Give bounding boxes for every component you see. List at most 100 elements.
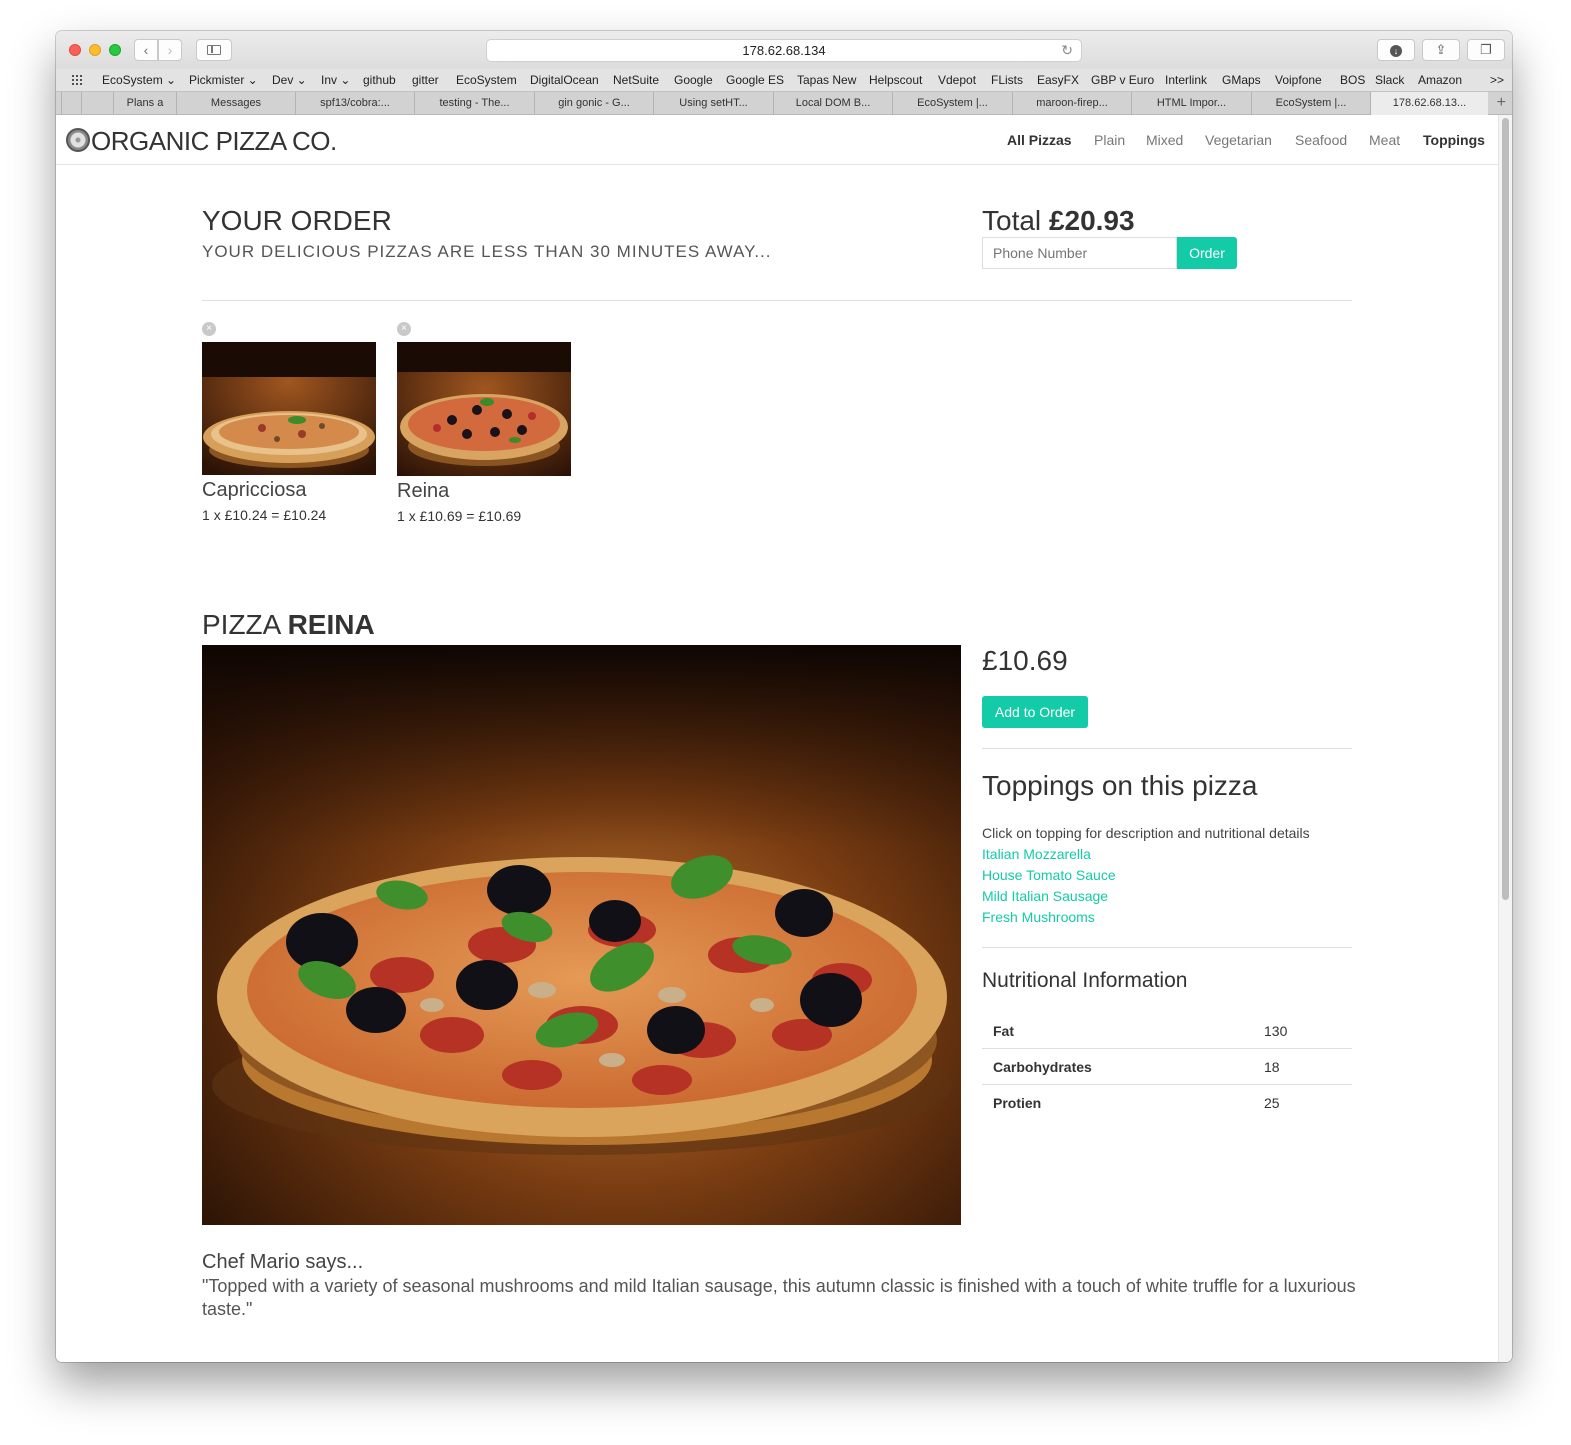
tab-active[interactable]: 178.62.68.13...	[1370, 92, 1488, 115]
bookmark-item[interactable]: Inv ⌄	[321, 73, 350, 87]
brand-name[interactable]: ORGANIC PIZZA CO.	[91, 126, 337, 157]
remove-item-icon[interactable]: ×	[202, 322, 216, 336]
topping-link[interactable]: Fresh Mushrooms	[982, 909, 1095, 925]
pizza-thumbnail-capricciosa[interactable]	[202, 342, 376, 475]
nav-link-toppings[interactable]: Toppings	[1423, 132, 1485, 148]
order-total: Total £20.93	[982, 205, 1135, 237]
divider	[982, 947, 1352, 948]
toppings-title: Toppings on this pizza	[982, 770, 1258, 801]
bookmark-item[interactable]: FLists	[991, 73, 1023, 87]
nav-link-vegetarian[interactable]: Vegetarian	[1205, 132, 1272, 148]
bookmark-item[interactable]: EasyFX	[1037, 73, 1079, 87]
nutrition-value: 130	[1264, 1023, 1288, 1039]
nutrition-label: Carbohydrates	[993, 1059, 1092, 1075]
remove-item-icon[interactable]: ×	[397, 322, 411, 336]
tab[interactable]: Plans a	[113, 92, 176, 115]
tab[interactable]: gin gonic - G...	[534, 92, 653, 115]
add-to-order-button[interactable]: Add to Order	[982, 696, 1088, 728]
close-window-button[interactable]	[69, 44, 81, 56]
site-navbar: ORGANIC PIZZA CO. All Pizzas Plain Mixed…	[56, 115, 1498, 165]
order-item-name: Reina	[397, 480, 450, 502]
nav-link-meat[interactable]: Meat	[1369, 132, 1400, 148]
scrollbar-thumb[interactable]	[1502, 118, 1509, 900]
pizza-image	[202, 342, 376, 475]
sidebar-toggle-button[interactable]	[196, 39, 232, 61]
tab-pinned[interactable]	[81, 92, 113, 115]
apps-grid-icon[interactable]	[71, 74, 84, 85]
share-icon: ⇪	[1435, 42, 1447, 57]
item-equals: =	[271, 507, 280, 523]
order-title: YOUR ORDER	[202, 205, 392, 236]
item-equals: =	[466, 508, 475, 524]
chevron-left-icon: ‹	[143, 42, 149, 58]
order-item-line: 1 x £10.69 = £10.69	[397, 508, 521, 524]
forward-button[interactable]: ›	[158, 39, 182, 61]
toppings-hint: Click on topping for description and nut…	[982, 825, 1310, 841]
tab[interactable]: Messages	[176, 92, 295, 115]
bookmark-item[interactable]: BOS	[1340, 73, 1365, 87]
tab[interactable]: HTML Impor...	[1131, 92, 1251, 115]
bookmark-item[interactable]: Helpscout	[869, 73, 922, 87]
bookmark-item[interactable]: Interlink	[1165, 73, 1207, 87]
bookmark-item[interactable]: Slack	[1375, 73, 1404, 87]
minimize-window-button[interactable]	[89, 44, 101, 56]
tab[interactable]: maroon-firep...	[1012, 92, 1131, 115]
item-qty: 1	[397, 508, 405, 524]
bookmark-item[interactable]: Vdepot	[938, 73, 976, 87]
bookmark-item[interactable]: Voipfone	[1275, 73, 1322, 87]
nutrition-label: Protien	[993, 1095, 1042, 1111]
bookmark-item[interactable]: Amazon	[1418, 73, 1462, 87]
item-price: £10.69	[419, 508, 463, 524]
bookmarks-bar: EcoSystem ⌄ Pickmister ⌄ Dev ⌄ Inv ⌄ git…	[56, 69, 1512, 91]
tabs-icon: ❐	[1480, 42, 1492, 57]
topping-link[interactable]: House Tomato Sauce	[982, 867, 1116, 883]
order-button[interactable]: Order	[1177, 237, 1237, 269]
nav-link-all-pizzas[interactable]: All Pizzas	[1007, 132, 1072, 148]
tab[interactable]: spf13/cobra:...	[295, 92, 414, 115]
zoom-window-button[interactable]	[109, 44, 121, 56]
tab[interactable]: Local DOM B...	[773, 92, 892, 115]
chef-quote: "Topped with a variety of seasonal mushr…	[202, 1276, 1356, 1319]
back-button[interactable]: ‹	[134, 39, 158, 61]
divider	[202, 300, 1352, 301]
item-line-total: £10.69	[478, 508, 522, 524]
bookmark-item[interactable]: DigitalOcean	[530, 73, 599, 87]
reload-icon[interactable]: ↻	[1061, 40, 1073, 61]
bookmark-item[interactable]: Pickmister ⌄	[189, 73, 258, 87]
logo-icon[interactable]	[66, 128, 90, 152]
nutrition-label: Fat	[993, 1023, 1014, 1039]
topping-link[interactable]: Italian Mozzarella	[982, 846, 1091, 862]
bookmark-item[interactable]: EcoSystem ⌄	[102, 73, 176, 87]
bookmark-item[interactable]: NetSuite	[613, 73, 659, 87]
bookmarks-overflow-button[interactable]: >>	[1490, 73, 1504, 87]
browser-window: ‹ › 178.62.68.134 ↻ ↓ ⇪ ❐ EcoSystem ⌄ Pi…	[56, 31, 1512, 1362]
bookmark-item[interactable]: GBP v Euro	[1091, 73, 1154, 87]
share-button[interactable]: ⇪	[1422, 39, 1460, 61]
nav-link-seafood[interactable]: Seafood	[1295, 132, 1347, 148]
pizza-thumbnail-reina[interactable]	[397, 342, 571, 476]
bookmark-item[interactable]: Tapas New	[797, 73, 856, 87]
downloads-button[interactable]: ↓	[1377, 39, 1415, 61]
nav-link-plain[interactable]: Plain	[1094, 132, 1125, 148]
tab[interactable]: EcoSystem |...	[1251, 92, 1370, 115]
topping-link[interactable]: Mild Italian Sausage	[982, 888, 1108, 904]
bookmark-item[interactable]: Dev ⌄	[272, 73, 307, 87]
address-bar[interactable]: 178.62.68.134 ↻	[486, 39, 1082, 62]
bookmark-item[interactable]: gitter	[412, 73, 439, 87]
phone-number-input[interactable]	[982, 237, 1177, 269]
tabs-overview-button[interactable]: ❐	[1467, 39, 1505, 61]
new-tab-icon[interactable]: +	[1497, 92, 1506, 114]
bookmark-item[interactable]: Google ES	[726, 73, 784, 87]
tab-pinned[interactable]	[61, 92, 81, 115]
bookmark-item[interactable]: GMaps	[1222, 73, 1261, 87]
tab[interactable]: testing - The...	[414, 92, 534, 115]
tab[interactable]: EcoSystem |...	[892, 92, 1012, 115]
bookmark-item[interactable]: EcoSystem	[456, 73, 517, 87]
chevron-right-icon: ›	[167, 42, 173, 58]
tab[interactable]: Using setHT...	[653, 92, 773, 115]
nav-link-mixed[interactable]: Mixed	[1146, 132, 1183, 148]
url-text: 178.62.68.134	[742, 43, 826, 58]
page-scrollbar[interactable]	[1498, 115, 1512, 1362]
bookmark-item[interactable]: github	[363, 73, 396, 87]
bookmark-item[interactable]: Google	[674, 73, 713, 87]
